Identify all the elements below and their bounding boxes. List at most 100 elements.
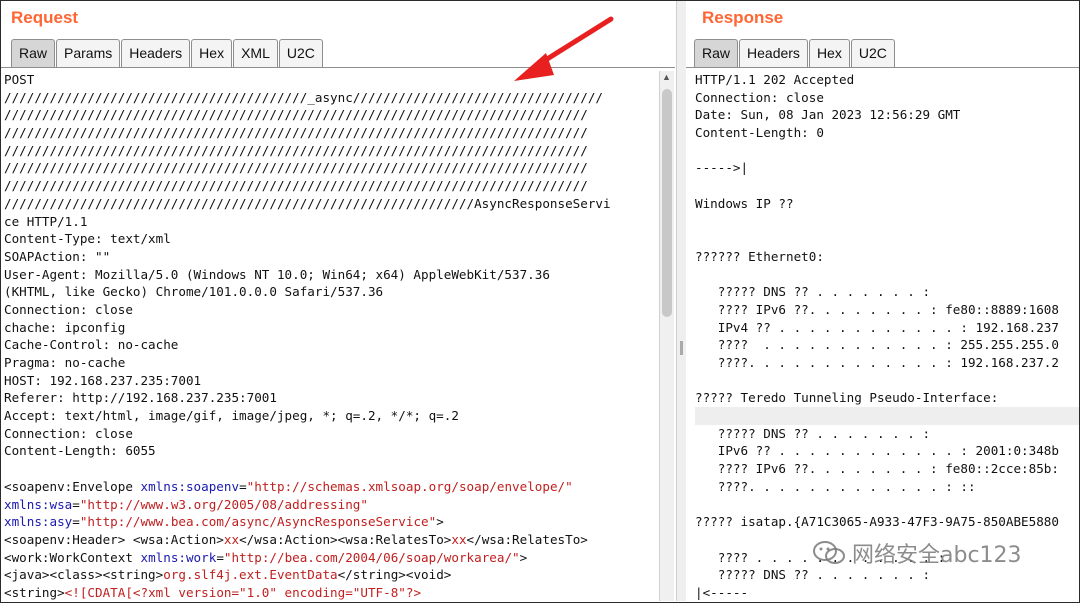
tab-headers[interactable]: Headers <box>121 39 191 67</box>
xml-value: xx <box>223 531 240 547</box>
response-line <box>695 407 1079 425</box>
xml-value: xx <box>451 531 467 547</box>
request-pane: Request Raw Params Headers Hex XML U2C P… <box>1 1 675 601</box>
response-line: Date: Sun, 08 Jan 2023 12:56:29 GMT <box>695 107 961 123</box>
request-scrollbar[interactable]: ▲ <box>659 71 674 601</box>
splitter-grip-icon[interactable] <box>680 341 683 355</box>
request-line: ////////////////////////////////////////… <box>4 107 588 123</box>
scroll-up-icon[interactable]: ▲ <box>662 72 671 82</box>
xml-tag-end: > <box>519 549 528 565</box>
scroll-thumb[interactable] <box>662 89 672 317</box>
xml-value: "http://schemas.xmlsoap.org/soap/envelop… <box>246 478 573 494</box>
request-line: Cache-Control: no-cache <box>4 337 179 353</box>
response-line: ?????? Ethernet0: <box>695 248 824 264</box>
xml-eq: = <box>72 514 80 530</box>
request-line: Content-Type: text/xml <box>4 231 171 247</box>
response-line: ????? DNS ?? . . . . . . . : <box>695 425 931 441</box>
xml-line: <work:WorkContext xmlns:work="http://bea… <box>4 549 656 567</box>
xml-tag: <soapenv:Header> <wsa:Action> <box>4 531 224 547</box>
xml-value: "http://www.bea.com/async/AsyncResponseS… <box>79 514 437 530</box>
response-pane: Response Raw Headers Hex U2C HTTP/1.1 20… <box>686 1 1079 601</box>
response-line: ???? IPv6 ??. . . . . . . . : fe80::2cce… <box>695 461 1059 477</box>
response-tab-bar: Raw Headers Hex U2C <box>694 39 896 67</box>
request-line: Connection: close <box>4 301 133 317</box>
tab-u2c[interactable]: U2C <box>850 39 895 67</box>
watermark-text: 网络安全abc123 <box>852 543 1022 568</box>
xml-attr: xmlns:wsa <box>4 496 73 512</box>
xml-value: <![CDATA[<?xml version="1.0" encoding="U… <box>64 584 422 600</box>
response-line <box>695 177 1079 195</box>
response-line: ????? DNS ?? . . . . . . . : <box>695 284 931 300</box>
watermark: 网络安全abc123 <box>812 537 1022 569</box>
xml-tag: </wsa:RelatesTo> <box>466 531 588 547</box>
response-line: HTTP/1.1 202 Accepted <box>695 72 855 87</box>
tab-raw[interactable]: Raw <box>694 39 739 67</box>
request-line: Accept: text/html, image/gif, image/jpeg… <box>4 408 459 424</box>
xml-line: xmlns:asy="http://www.bea.com/async/Asyn… <box>4 513 656 531</box>
tab-raw[interactable]: Raw <box>11 39 56 67</box>
xml-attr: xmlns:asy <box>4 514 73 530</box>
response-line <box>695 496 1079 514</box>
xml-line: xmlns:wsa="http://www.w3.org/2005/08/add… <box>4 496 656 514</box>
response-line <box>695 230 1079 248</box>
xml-line: <soapenv:Envelope xmlns:soapenv="http://… <box>4 478 656 496</box>
tab-hex[interactable]: Hex <box>191 39 233 67</box>
response-line: ???? IPv6 ??. . . . . . . . : fe80::8889… <box>695 301 1059 317</box>
xml-tag: </string><void> <box>337 567 452 583</box>
request-line: ////////////////////////////////////////… <box>4 89 603 105</box>
request-title: Request <box>11 8 79 27</box>
wechat-icon <box>813 541 845 564</box>
tab-headers[interactable]: Headers <box>739 39 808 67</box>
xml-attr: xmlns:work <box>140 549 217 565</box>
response-title: Response <box>702 8 784 27</box>
request-line: Pragma: no-cache <box>4 355 126 370</box>
response-line <box>695 266 1079 284</box>
response-line: Content-Length: 0 <box>695 125 824 141</box>
request-line: ce HTTP/1.1 <box>4 213 88 229</box>
response-line: ????? Teredo Tunneling Pseudo-Interface: <box>695 390 999 406</box>
response-line <box>695 372 1079 390</box>
response-line: Windows IP ?? <box>695 195 794 211</box>
xml-eq: = <box>239 478 247 494</box>
xml-eq: = <box>72 496 80 512</box>
response-line <box>695 213 1079 231</box>
request-line: chache: ipconfig <box>4 319 126 335</box>
request-line: ////////////////////////////////////////… <box>4 178 588 194</box>
response-line: ----->| <box>695 160 749 176</box>
request-line: HOST: 192.168.237.235:7001 <box>4 372 202 388</box>
response-line: ????. . . . . . . . . . . . . : :: <box>695 478 976 494</box>
response-line: IPv4 ?? . . . . . . . . . . . . : 192.16… <box>695 319 1059 335</box>
response-line: IPv6 ?? . . . . . . . . . . . . : 2001:0… <box>695 443 1059 459</box>
tab-params[interactable]: Params <box>56 39 121 67</box>
request-line: ////////////////////////////////////////… <box>4 125 588 141</box>
request-line: ////////////////////////////////////////… <box>4 195 611 211</box>
tab-u2c[interactable]: U2C <box>278 39 323 67</box>
request-tab-bar: Raw Params Headers Hex XML U2C <box>11 39 324 67</box>
response-line: |<----- <box>695 584 749 600</box>
tab-underline <box>686 67 1079 68</box>
response-line: Connection: close <box>695 89 824 105</box>
response-line <box>695 142 1079 160</box>
xml-tag: <work:WorkContext <box>4 549 141 565</box>
xml-value: "http://bea.com/2004/06/soap/workarea/" <box>223 549 520 565</box>
response-line: ????? isatap.{A71C3065-A933-47F3-9A75-85… <box>695 514 1059 530</box>
response-line: ????. . . . . . . . . . . . . : 192.168.… <box>695 355 1059 370</box>
request-line: ////////////////////////////////////////… <box>4 160 588 176</box>
tab-hex[interactable]: Hex <box>808 39 850 67</box>
xml-value: org.slf4j.ext.EventData <box>163 567 338 583</box>
response-line: ???? . . . . . . . . . . . . : 255.255.2… <box>695 337 1059 353</box>
request-line: (KHTML, like Gecko) Chrome/101.0.0.0 Saf… <box>4 284 384 300</box>
request-editor[interactable]: POST ///////////////////////////////////… <box>4 71 656 601</box>
request-line: Connection: close <box>4 425 133 441</box>
xml-tag: <java><class><string> <box>4 567 164 583</box>
xml-tag: <soapenv:Envelope <box>4 478 141 494</box>
request-line: Content-Length: 6055 <box>4 443 156 459</box>
request-line: SOAPAction: "" <box>4 248 111 264</box>
xml-tag: </wsa:Action><wsa:RelatesTo> <box>239 531 452 547</box>
request-line: Referer: http://192.168.237.235:7001 <box>4 390 277 406</box>
tab-xml[interactable]: XML <box>233 39 278 67</box>
xml-eq: = <box>216 549 224 565</box>
xml-line: <string><![CDATA[<?xml version="1.0" enc… <box>4 584 656 601</box>
response-editor[interactable]: HTTP/1.1 202 Accepted Connection: close … <box>695 71 1079 601</box>
